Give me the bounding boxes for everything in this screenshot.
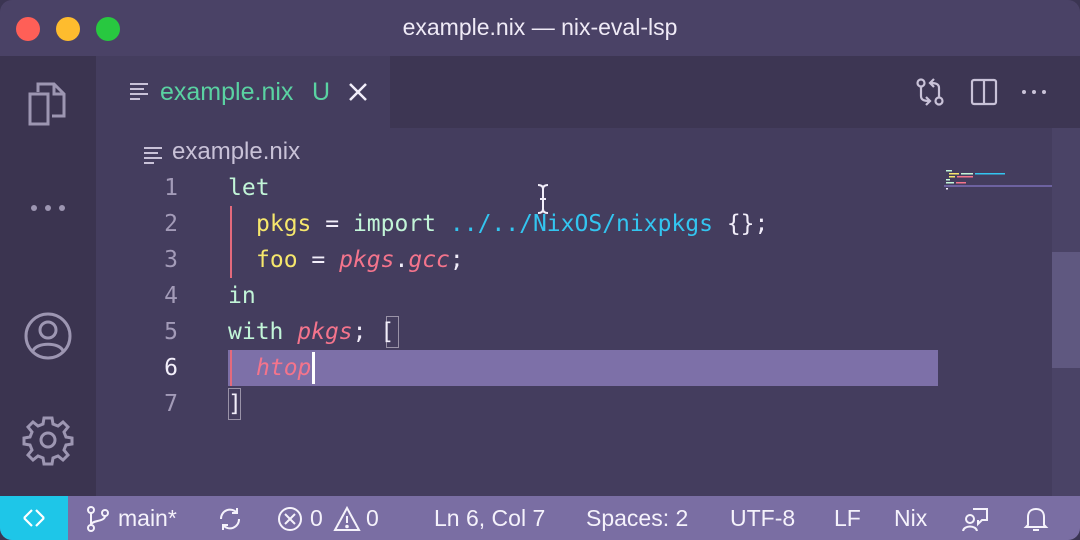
warning-count[interactable]: 0: [366, 505, 379, 532]
token: ;: [352, 319, 381, 345]
line-number: 1: [164, 175, 178, 201]
token: ]: [228, 391, 242, 417]
line-number: 5: [164, 319, 178, 345]
code-editor[interactable]: example.nix 1 let 2 pkgs = import ../../…: [96, 128, 1080, 496]
vertical-scrollbar[interactable]: [1052, 128, 1080, 496]
token: foo: [256, 247, 298, 273]
ellipsis-icon[interactable]: [22, 182, 74, 234]
line-number: 7: [164, 391, 178, 417]
line-number: 6: [164, 355, 178, 381]
breadcrumb-file[interactable]: example.nix: [172, 138, 300, 166]
token: pkgs: [297, 319, 353, 345]
tab-bar: example.nix U: [96, 56, 1080, 128]
code-line: 3 foo = pkgs.gcc;: [96, 242, 946, 278]
file-lines-icon: [130, 83, 148, 100]
line-number: 4: [164, 283, 178, 309]
warning-icon: [333, 505, 361, 531]
tab-untracked-badge: U: [312, 78, 331, 106]
line-number: 3: [164, 247, 178, 273]
close-icon[interactable]: [346, 80, 370, 104]
more-actions-icon[interactable]: [1018, 76, 1050, 108]
minimap[interactable]: [944, 170, 1052, 200]
token: ;: [449, 247, 464, 273]
files-icon[interactable]: [22, 78, 74, 130]
token: pkgs: [256, 211, 312, 237]
code-line: 7 ]: [96, 386, 946, 422]
token: htop: [256, 355, 312, 381]
editor-window: example.nix — nix-eval-lsp example.nix U…: [0, 0, 1080, 540]
title-bar: example.nix — nix-eval-lsp: [0, 0, 1080, 56]
token: =: [297, 247, 340, 273]
code-line: 5 with pkgs; [: [96, 314, 946, 350]
activity-bar: [0, 56, 96, 496]
token: ../../NixOS/nixpkgs: [436, 211, 713, 237]
tab-label: example.nix: [160, 78, 294, 106]
token: in: [228, 283, 256, 309]
token: import: [352, 211, 437, 237]
remote-icon: [23, 509, 45, 527]
token: let: [228, 175, 270, 201]
line-number: 2: [164, 211, 178, 237]
end-of-line[interactable]: LF: [834, 505, 861, 532]
account-icon[interactable]: [22, 310, 74, 362]
token: [: [380, 319, 395, 345]
token: gcc: [408, 247, 450, 273]
status-bar: main* 0 0 Ln 6, Col 7 Spaces: 2 UTF-8 LF…: [0, 496, 1080, 540]
token: with: [228, 319, 284, 345]
scrollbar-thumb[interactable]: [1052, 252, 1080, 368]
remote-indicator[interactable]: [0, 496, 68, 540]
encoding[interactable]: UTF-8: [730, 505, 795, 532]
mouse-ibeam-cursor: [537, 184, 549, 214]
branch-icon: [87, 506, 109, 532]
code-line: 1 let: [96, 170, 946, 206]
notifications-bell-icon[interactable]: [1022, 505, 1050, 533]
token: .: [394, 247, 409, 273]
gear-icon[interactable]: [22, 414, 74, 466]
feedback-icon[interactable]: [962, 505, 990, 533]
token: {};: [712, 211, 769, 237]
token: =: [311, 211, 353, 237]
git-branch[interactable]: main*: [118, 505, 177, 532]
error-count[interactable]: 0: [310, 505, 323, 532]
code-line: 2 pkgs = import ../../NixOS/nixpkgs {};: [96, 206, 946, 242]
code-line: 6 htop: [96, 350, 946, 386]
cursor-position[interactable]: Ln 6, Col 7: [434, 505, 545, 532]
split-editor-icon[interactable]: [968, 76, 1000, 108]
window-title: example.nix — nix-eval-lsp: [402, 14, 678, 40]
token: pkgs: [339, 247, 395, 273]
source-control-compare-icon[interactable]: [914, 76, 946, 108]
sync-icon[interactable]: [216, 505, 244, 533]
indentation[interactable]: Spaces: 2: [586, 505, 688, 532]
language-mode[interactable]: Nix: [894, 505, 927, 532]
error-icon: [278, 507, 302, 531]
code-line: 4 in: [96, 278, 946, 314]
file-lines-icon: [144, 147, 162, 164]
tab-example-nix[interactable]: example.nix U: [96, 56, 390, 128]
text-cursor: [312, 352, 315, 384]
